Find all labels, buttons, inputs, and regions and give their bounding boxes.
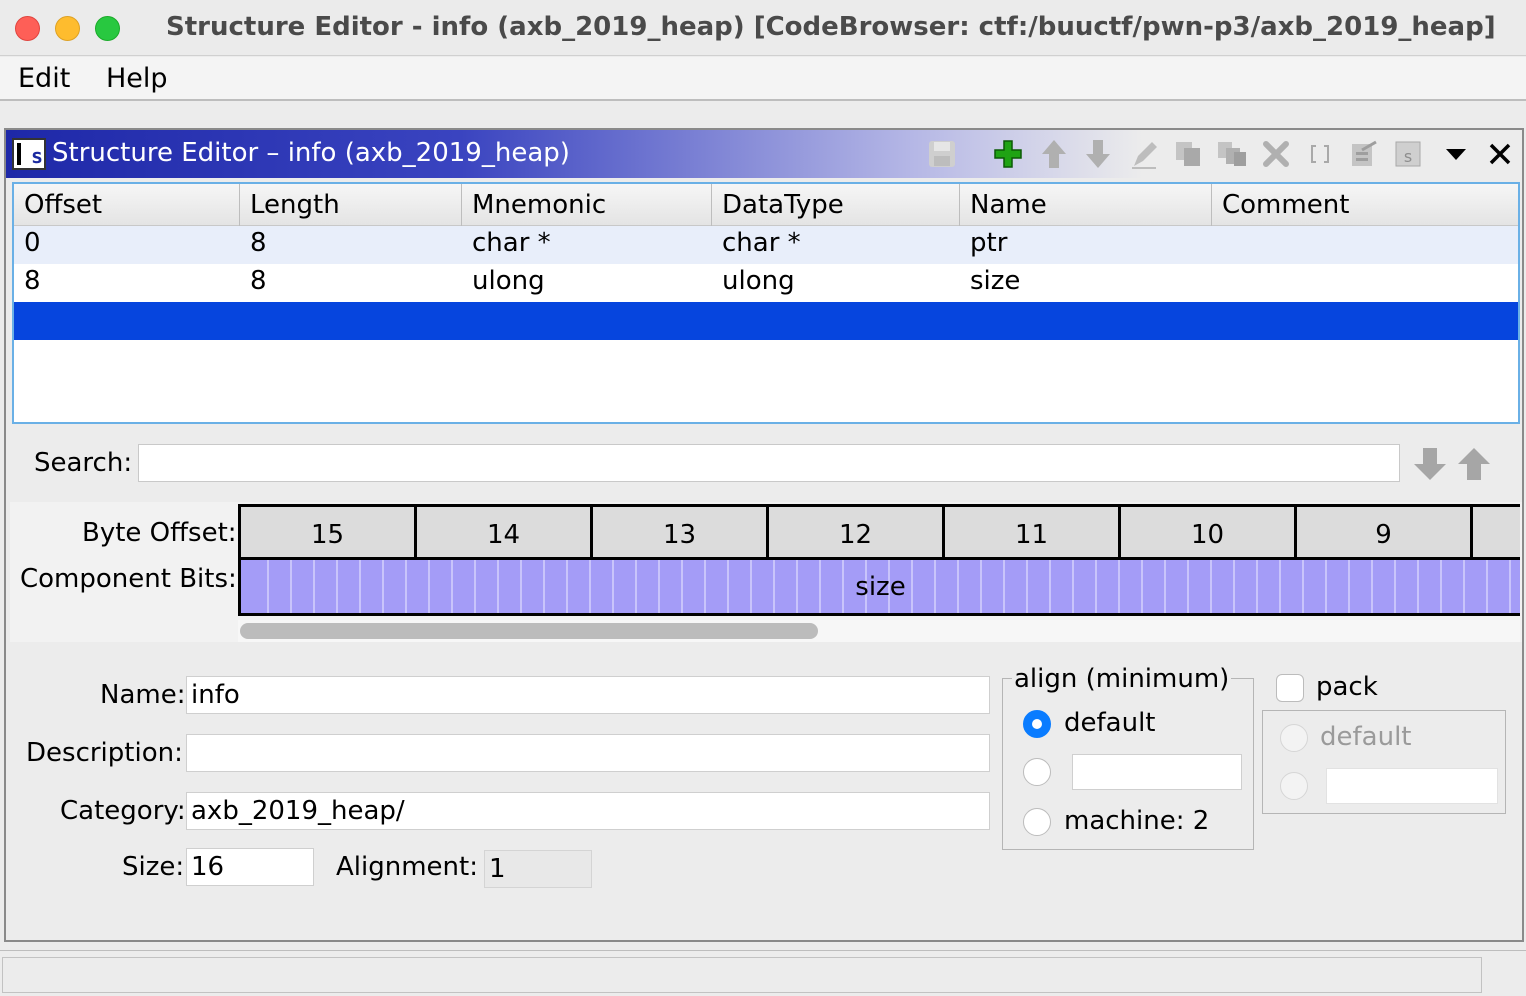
components-table[interactable]: Offset Length Mnemonic DataType Name Com…: [12, 182, 1520, 424]
align-machine-radio[interactable]: [1023, 808, 1051, 836]
search-input[interactable]: [138, 444, 1400, 482]
column-length[interactable]: Length: [240, 184, 462, 226]
search-previous-icon[interactable]: [1454, 444, 1494, 484]
align-custom-radio[interactable]: [1023, 758, 1051, 786]
table-row[interactable]: 0 8 char * char * ptr: [14, 226, 1518, 264]
panel-title: Structure Editor – info (axb_2019_heap): [52, 138, 570, 168]
alignment-field: 1: [484, 850, 592, 888]
align-custom-field[interactable]: [1072, 754, 1242, 790]
byte-cell: 12: [769, 507, 945, 557]
add-icon[interactable]: [990, 136, 1026, 172]
align-default-label[interactable]: default: [1064, 708, 1155, 738]
byte-cell-partial: [1473, 507, 1520, 557]
cell-name: size: [970, 266, 1021, 296]
search-label: Search:: [34, 448, 133, 478]
menu-edit[interactable]: Edit: [18, 63, 70, 94]
size-field[interactable]: 16: [186, 848, 314, 886]
menu-bar: Edit Help: [0, 57, 1526, 101]
panel-titlebar: s Structure Editor – info (axb_2019_heap…: [6, 130, 1522, 178]
pack-custom-field: [1326, 768, 1498, 804]
category-field[interactable]: axb_2019_heap/: [186, 792, 990, 830]
table-row[interactable]: 8 8 ulong ulong size: [14, 264, 1518, 302]
name-label: Name:: [100, 680, 186, 710]
status-bar: [0, 950, 1526, 996]
cell-length: 8: [250, 266, 267, 296]
menu-help[interactable]: Help: [106, 63, 168, 94]
component-bits-row[interactable]: size: [238, 560, 1520, 616]
cell-mnemonic: char *: [472, 228, 551, 258]
window-title: Structure Editor - info (axb_2019_heap) …: [166, 12, 1496, 42]
pack-default-radio: [1280, 724, 1308, 752]
byte-cell: 11: [945, 507, 1121, 557]
component-bits-label: Component Bits:: [20, 564, 237, 594]
byte-cell: 15: [241, 507, 417, 557]
close-icon[interactable]: [1482, 136, 1518, 172]
status-field: [2, 957, 1482, 993]
window-minimize-button[interactable]: [55, 16, 80, 41]
table-row-selected[interactable]: [14, 302, 1518, 340]
window-titlebar: Structure Editor - info (axb_2019_heap) …: [0, 0, 1526, 56]
pack-checkbox[interactable]: [1276, 674, 1304, 702]
column-datatype[interactable]: DataType: [712, 184, 960, 226]
move-up-icon[interactable]: [1036, 136, 1072, 172]
window-close-button[interactable]: [15, 16, 40, 41]
byte-cell: 10: [1121, 507, 1297, 557]
byte-cell: 9: [1297, 507, 1473, 557]
create-structure-icon[interactable]: [1346, 136, 1382, 172]
search-next-icon[interactable]: [1410, 444, 1450, 484]
duplicate-icon[interactable]: [1170, 136, 1206, 172]
unpack-icon[interactable]: s: [1390, 136, 1426, 172]
description-label: Description:: [26, 738, 183, 768]
component-bits-name: size: [855, 572, 906, 602]
array-icon[interactable]: [1302, 136, 1338, 172]
align-default-radio[interactable]: [1023, 710, 1051, 738]
name-field[interactable]: info: [186, 676, 990, 714]
menu-dropdown-icon[interactable]: [1438, 136, 1474, 172]
cell-mnemonic: ulong: [472, 266, 545, 296]
align-group-title: align (minimum): [1012, 664, 1232, 694]
description-field[interactable]: [186, 734, 990, 772]
scrollbar-thumb[interactable]: [240, 623, 818, 639]
cell-datatype: char *: [722, 228, 801, 258]
structure-icon: s: [12, 138, 46, 170]
svg-text:s: s: [1404, 147, 1412, 166]
window-zoom-button[interactable]: [95, 16, 120, 41]
save-icon[interactable]: [924, 136, 960, 172]
column-offset[interactable]: Offset: [14, 184, 240, 226]
byte-offset-row: 15 14 13 12 11 10 9: [238, 504, 1520, 560]
move-down-icon[interactable]: [1080, 136, 1116, 172]
alignment-label: Alignment:: [336, 852, 478, 882]
column-comment[interactable]: Comment: [1212, 184, 1518, 226]
cell-offset: 8: [24, 266, 41, 296]
pack-default-label: default: [1320, 722, 1412, 752]
align-machine-label[interactable]: machine: 2: [1064, 806, 1209, 836]
delete-icon[interactable]: [1258, 136, 1294, 172]
cell-datatype: ulong: [722, 266, 795, 296]
pack-label[interactable]: pack: [1316, 672, 1378, 702]
pack-custom-radio: [1280, 772, 1308, 800]
bit-viewer-scrollbar[interactable]: [238, 620, 1520, 642]
category-label: Category:: [60, 796, 186, 826]
edit-icon[interactable]: [1126, 136, 1162, 172]
column-mnemonic[interactable]: Mnemonic: [462, 184, 712, 226]
size-label: Size:: [122, 852, 185, 882]
table-header: Offset Length Mnemonic DataType Name Com…: [14, 184, 1518, 226]
byte-cell: 13: [593, 507, 769, 557]
cell-offset: 0: [24, 228, 41, 258]
cell-name: ptr: [970, 228, 1008, 258]
structure-editor-panel: s Structure Editor – info (axb_2019_heap…: [4, 128, 1524, 942]
cell-length: 8: [250, 228, 267, 258]
duplicate-multiple-icon[interactable]: [1214, 136, 1250, 172]
byte-cell: 14: [417, 507, 593, 557]
column-name[interactable]: Name: [960, 184, 1212, 226]
byte-offset-label: Byte Offset:: [82, 518, 237, 548]
